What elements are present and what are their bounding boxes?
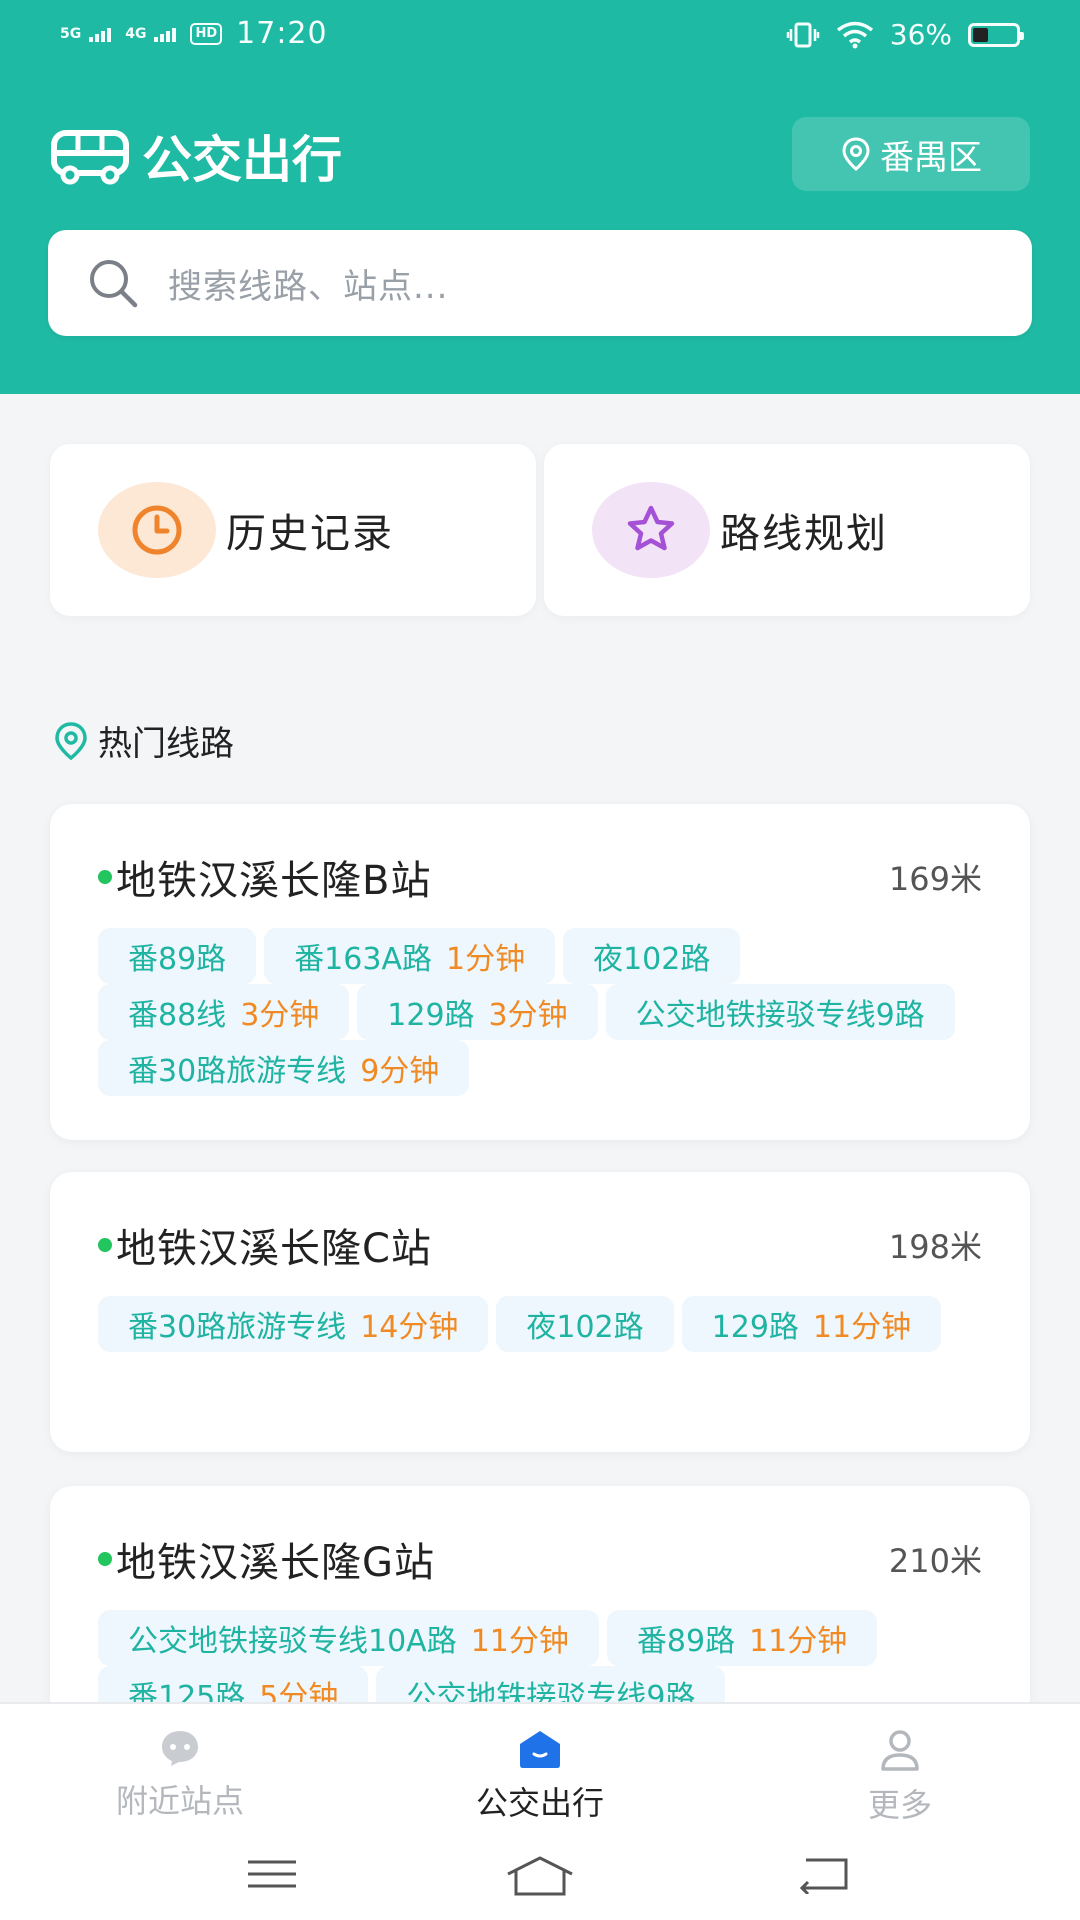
station-distance: 198米 [888,1228,982,1266]
route-tag[interactable]: 夜102路 [496,1296,674,1352]
route-tag[interactable]: 番30路旅游专线 9分钟 [98,1040,470,1096]
route-tag[interactable]: 番88线 3分钟 [98,984,350,1040]
battery-percent: 36% [889,18,952,51]
route-name: 夜102路 [526,1310,644,1345]
user-icon [881,1730,919,1771]
app-title-text: 公交出行 [142,131,342,189]
route-planning-button[interactable]: 路线规划 [544,444,1030,616]
station-name: 地铁汉溪长隆B站 [98,848,431,906]
history-label: 历史记录 [226,511,394,557]
nav-item-bus[interactable]: 公交出行 [410,1728,670,1824]
nav-label-nearby: 附近站点 [115,1782,244,1820]
arrival-time: 14分钟 [360,1310,459,1345]
home-icon[interactable] [504,1854,576,1898]
route-tag[interactable]: 公交地铁接驳专线9路 [605,984,955,1040]
route-tag[interactable]: 番89路 11分钟 [606,1610,878,1666]
station-card[interactable]: 地铁汉溪长隆B站 169米 番89路 番163A路 1分钟 夜102路 番88线 3分钟 1… [50,804,1030,1140]
location-label: 番禺区 [880,137,982,178]
battery-fill [973,27,988,42]
route-name: 129路 [711,1310,799,1345]
station-card[interactable]: 地铁汉溪长隆C站 198米 番30路旅游专线 14分钟 夜102路 129路 11分钟 [50,1172,1030,1452]
arrival-time: 11分钟 [749,1624,848,1659]
signal-2-bars-icon [154,26,177,42]
nearby-stops-icon [162,1731,198,1766]
status-dot [98,1552,112,1566]
route-name: 番30路旅游专线 [128,1054,347,1089]
app-title: 公交出行 [50,120,342,192]
arrival-time: 3分钟 [488,998,568,1033]
section-title-text: 热门线路 [98,724,234,764]
route-tag[interactable]: 番30路旅游专线 14分钟 [98,1296,489,1352]
star-icon [592,482,710,578]
signal-1-label: 5G [60,25,82,42]
header: 5G 4G HD 17:20 36% 公交出行 番禺区 搜索线路、站点... [0,0,1080,394]
status-right: 36% [786,18,1024,51]
arrival-time: 11分钟 [812,1310,912,1345]
station-name-text: 地铁汉溪长隆B站 [116,858,432,904]
route-tags: 番30路旅游专线 14分钟 夜102路 129路 11分钟 [98,1296,982,1352]
history-button[interactable]: 历史记录 [50,444,536,616]
status-dot [98,870,112,884]
route-name: 夜102路 [593,942,711,977]
route-planning-label: 路线规划 [720,511,888,557]
search-placeholder: 搜索线路、站点... [168,266,449,307]
clock-icon [98,482,216,578]
station-name: 地铁汉溪长隆C站 [98,1216,432,1274]
bus-icon [51,130,129,185]
route-tags: 番89路 番163A路 1分钟 夜102路番88线 3分钟 129路 3分钟 公交地铁接驳专线… [98,928,982,1096]
status-left: 5G 4G HD 17:20 [60,16,328,51]
arrival-time: 3分钟 [240,998,320,1033]
station-name-text: 地铁汉溪长隆G站 [116,1540,435,1586]
route-name: 番88线 [128,998,227,1033]
nav-item-more[interactable]: 更多 [770,1728,1030,1826]
route-tag[interactable]: 夜102路 [563,928,741,984]
bottom-nav: 附近站点 公交出行 更多 [0,1702,1080,1920]
search-input[interactable]: 搜索线路、站点... [48,230,1032,336]
route-name: 番89路 [636,1624,736,1659]
bus-home-icon [520,1731,560,1768]
route-tag[interactable]: 公交地铁接驳专线10A路 11分钟 [98,1610,599,1666]
arrival-time: 11分钟 [470,1624,569,1659]
search-icon [90,260,138,308]
battery-icon [968,22,1024,47]
station-name: 地铁汉溪长隆G站 [98,1530,435,1588]
route-tag[interactable]: 129路 11分钟 [681,1296,942,1352]
signal-2-label: 4G [125,25,147,42]
route-tag[interactable]: 番89路 [98,928,257,984]
route-tag[interactable]: 129路 3分钟 [357,984,598,1040]
nav-label-more: 更多 [867,1786,932,1824]
station-distance: 169米 [888,860,982,898]
route-name: 公交地铁接驳专线10A路 [128,1624,457,1659]
vibrate-icon [786,22,820,47]
route-name: 番89路 [128,942,227,977]
location-pin-icon [55,721,87,760]
status-dot [98,1238,112,1252]
route-name: 公交地铁接驳专线9路 [635,998,925,1033]
route-name: 番163A路 [294,942,432,977]
wifi-icon [836,21,873,48]
section-title: 热门线路 [52,716,234,765]
route-tag[interactable]: 番163A路 1分钟 [264,928,556,984]
back-icon[interactable] [796,1854,852,1894]
system-nav-bar [0,1854,1080,1914]
route-name: 番30路旅游专线 [128,1310,347,1345]
nav-label-bus: 公交出行 [475,1784,604,1822]
hd-badge: HD [190,22,223,45]
arrival-time: 1分钟 [445,942,526,977]
station-name-text: 地铁汉溪长隆C站 [116,1226,432,1272]
signal-1-bars-icon [89,26,112,42]
status-bar: 5G 4G HD 17:20 36% [0,0,1080,70]
arrival-time: 9分钟 [360,1054,440,1089]
location-button[interactable]: 番禺区 [792,117,1030,191]
nav-item-nearby[interactable]: 附近站点 [50,1728,310,1822]
location-pin-icon [842,137,870,171]
status-time: 17:20 [236,16,328,51]
route-name: 129路 [387,998,475,1033]
menu-icon[interactable] [244,1854,300,1894]
station-distance: 210米 [888,1542,982,1580]
